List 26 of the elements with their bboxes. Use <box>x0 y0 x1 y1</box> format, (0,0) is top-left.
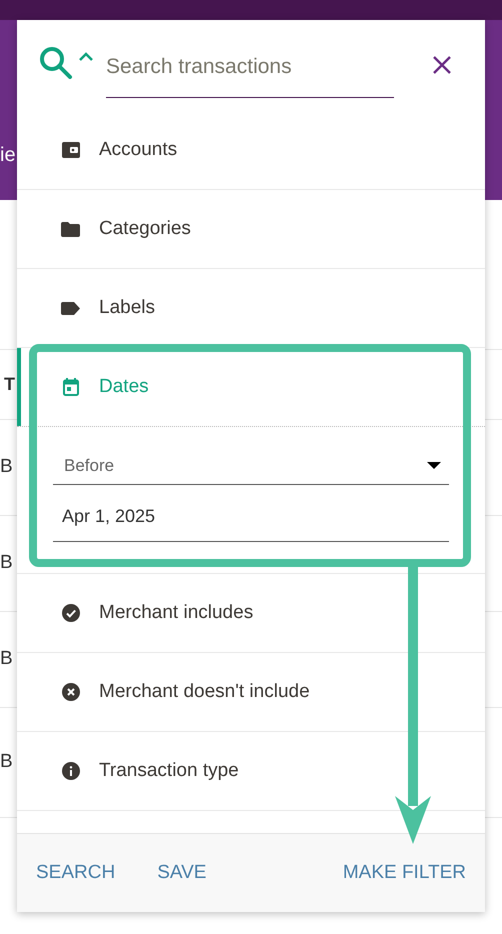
filter-item[interactable]: Accounts <box>17 111 485 190</box>
header-text: ie <box>0 143 16 168</box>
row-text: B <box>0 551 13 576</box>
footer-button[interactable]: MAKE FILTER <box>342 858 467 888</box>
footer-button[interactable]: SEARCH <box>35 858 116 888</box>
search-field[interactable]: Search transactions <box>106 42 394 98</box>
info-icon <box>62 762 80 780</box>
filter-item[interactable]: Categories <box>17 190 485 269</box>
dropdown-caret-icon <box>427 462 441 469</box>
date-field[interactable]: Apr 1, 2025 <box>53 485 449 542</box>
row-text: B <box>0 455 13 480</box>
search-icon[interactable] <box>39 46 74 79</box>
tag-icon <box>61 302 80 314</box>
row-text: B <box>0 647 13 672</box>
cross-circle-icon <box>62 683 80 701</box>
row-text: B <box>0 750 13 774</box>
footer-button[interactable]: SAVE <box>156 858 208 888</box>
folder-icon <box>61 222 80 236</box>
filter-item[interactable]: Labels <box>17 269 485 348</box>
check-circle-icon <box>62 604 80 622</box>
calendar-icon <box>62 378 78 396</box>
close-icon[interactable] <box>433 56 451 74</box>
wallet-icon <box>62 142 80 158</box>
column-header: T <box>4 373 15 396</box>
date-mode-select[interactable]: Before <box>53 447 449 485</box>
caret-icon[interactable] <box>78 52 94 62</box>
